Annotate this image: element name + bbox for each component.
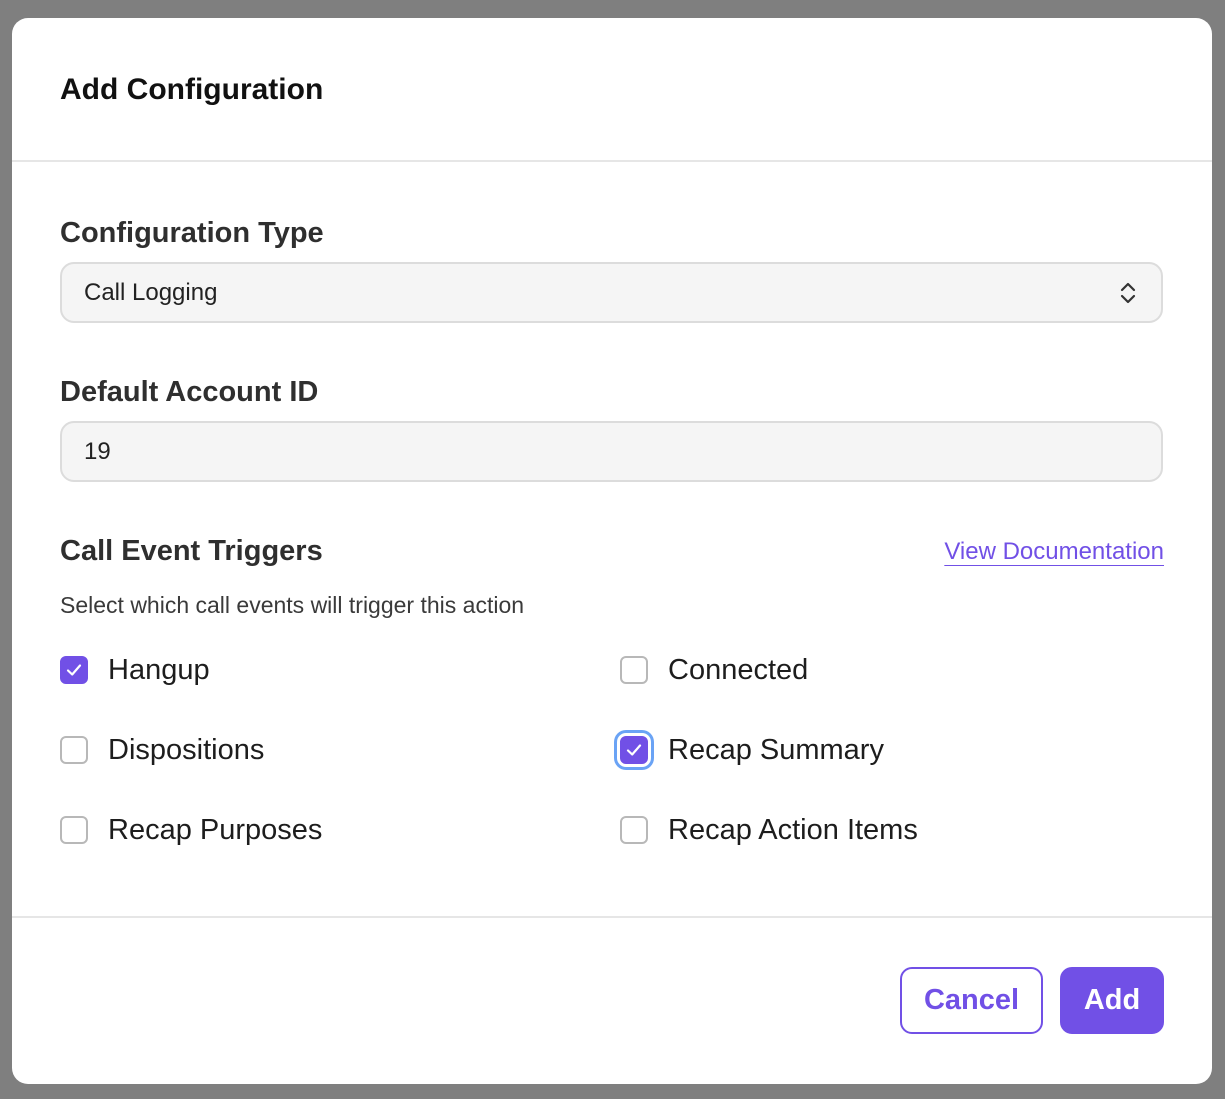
trigger-dispositions[interactable]: Dispositions	[60, 732, 264, 768]
recap-purposes-label: Recap Purposes	[108, 814, 323, 846]
default-account-id-input[interactable]	[60, 421, 1163, 482]
view-documentation-link[interactable]: View Documentation	[944, 537, 1164, 567]
cancel-button[interactable]: Cancel	[900, 967, 1043, 1034]
configuration-type-label: Configuration Type	[60, 217, 324, 249]
dispositions-checkbox[interactable]	[60, 736, 88, 764]
dialog-footer: Cancel Add	[12, 916, 1212, 1084]
recap-summary-checkbox[interactable]	[620, 736, 648, 764]
recap-action-items-checkbox[interactable]	[620, 816, 648, 844]
trigger-recap-action-items[interactable]: Recap Action Items	[620, 812, 918, 848]
check-icon	[66, 664, 82, 676]
configuration-type-value: Call Logging	[84, 278, 218, 306]
connected-checkbox[interactable]	[620, 656, 648, 684]
chevron-up-down-icon	[1120, 282, 1136, 303]
connected-label: Connected	[668, 654, 809, 686]
configuration-type-select[interactable]: Call Logging	[60, 262, 1163, 323]
add-configuration-dialog: Add Configuration Configuration Type Cal…	[12, 18, 1212, 1084]
trigger-hangup[interactable]: Hangup	[60, 652, 210, 688]
trigger-recap-purposes[interactable]: Recap Purposes	[60, 812, 322, 848]
dialog-header: Add Configuration	[12, 18, 1212, 162]
recap-summary-label: Recap Summary	[668, 734, 884, 766]
call-event-triggers-description: Select which call events will trigger th…	[60, 592, 525, 618]
hangup-label: Hangup	[108, 654, 210, 686]
recap-purposes-checkbox[interactable]	[60, 816, 88, 844]
add-button[interactable]: Add	[1060, 967, 1164, 1034]
dispositions-label: Dispositions	[108, 734, 265, 766]
call-event-triggers-title: Call Event Triggers	[60, 535, 323, 567]
dialog-title: Add Configuration	[60, 73, 324, 106]
trigger-connected[interactable]: Connected	[620, 652, 808, 688]
hangup-checkbox[interactable]	[60, 656, 88, 684]
trigger-recap-summary[interactable]: Recap Summary	[620, 732, 884, 768]
check-icon	[626, 744, 642, 756]
default-account-id-label: Default Account ID	[60, 376, 319, 408]
recap-action-items-label: Recap Action Items	[668, 814, 918, 846]
